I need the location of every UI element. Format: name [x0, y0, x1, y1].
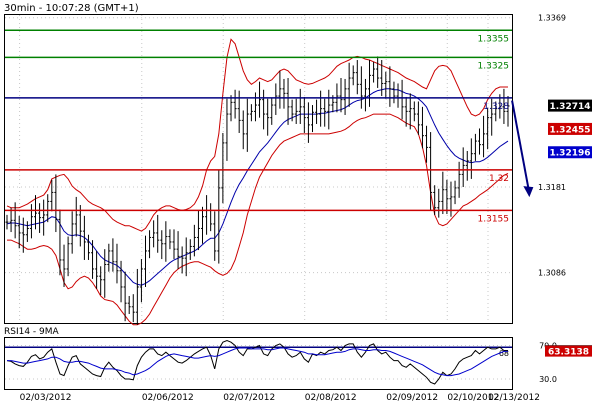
price-axis: 1.3369 1.3181 1.3086 1.32714 1.32455 1.32196: [538, 14, 592, 278]
level-label: 1.328: [483, 102, 509, 112]
date-tick-label: 02/13/2012: [488, 393, 540, 403]
forecast-arrow-shaft: [511, 100, 530, 189]
price-tick-label: 1.3369: [538, 14, 566, 23]
price-tick-label: 1.3181: [538, 183, 566, 192]
level-label: 1.3155: [478, 214, 510, 224]
date-tick-label: 02/06/2012: [142, 393, 194, 403]
price-tag-label: 1.32455: [550, 125, 591, 135]
date-tick-label: 02/08/2012: [305, 393, 357, 403]
forecast-arrow: [511, 100, 534, 198]
date-tick-label: 02/09/2012: [386, 393, 438, 403]
rsi-tick-label: 30.0: [539, 375, 557, 384]
forex-chart: 1.33551.33251.3281.321.3155 68 1.33691.3…: [4, 14, 592, 403]
level-label: 1.3325: [478, 61, 510, 71]
price-tag-label: 1.32196: [550, 149, 591, 159]
level-label: 1.3355: [478, 34, 510, 44]
price-panel-frame: [4, 14, 513, 324]
price-tick-label: 1.3086: [538, 269, 566, 278]
date-axis: 02/03/2012 02/06/2012 02/07/2012 02/08/2012…: [20, 393, 540, 403]
rsi-tag-label: 63.3138: [548, 348, 589, 358]
forecast-arrow-head: [523, 186, 534, 198]
level-label: 1.32: [489, 174, 509, 184]
date-tick-label: 02/07/2012: [223, 393, 275, 403]
rsi-axis: 70.030.063.768863.3138: [539, 342, 592, 384]
date-tick-label: 02/03/2012: [20, 393, 72, 403]
price-tag-label: 1.32714: [550, 102, 591, 112]
